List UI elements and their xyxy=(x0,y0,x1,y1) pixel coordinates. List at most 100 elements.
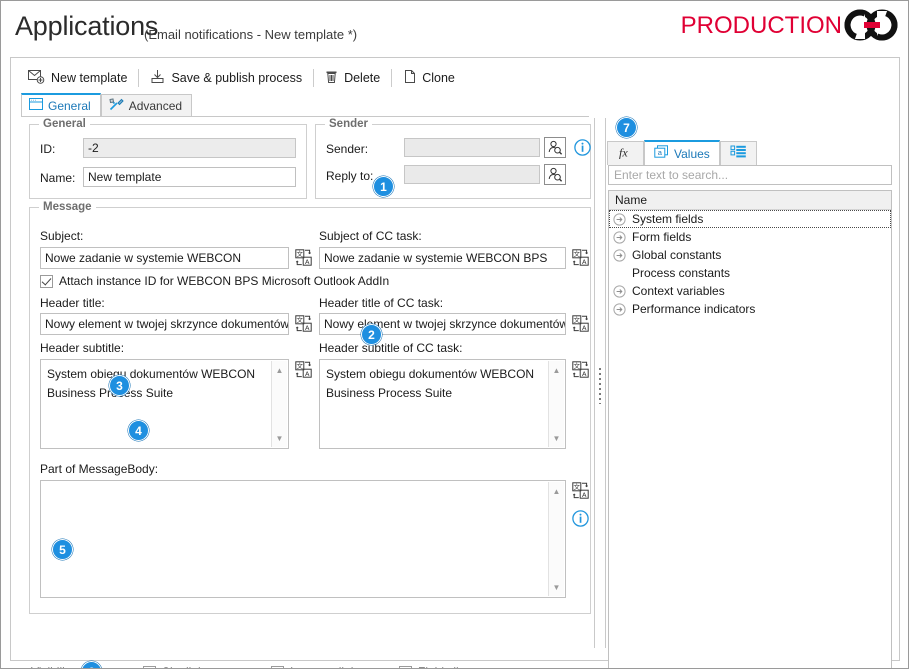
reply-to-person-search-button[interactable] xyxy=(544,164,566,185)
tab-values[interactable]: a Values xyxy=(644,140,720,165)
svg-text:文: 文 xyxy=(296,361,303,370)
tree-item-performance-indicators[interactable]: Performance indicators xyxy=(609,300,891,318)
svg-text:fx: fx xyxy=(619,146,628,160)
header-subtitle-textarea[interactable]: System obiegu dokumentów WEBCON Business… xyxy=(40,359,289,449)
tab-general[interactable]: General xyxy=(21,93,101,116)
right-values-pane: 7 fx a Values Enter text to search... Na… xyxy=(607,117,892,668)
tree-item-label: System fields xyxy=(632,212,704,226)
svg-text:A: A xyxy=(581,323,586,331)
visibility-site-link-checkbox[interactable]: Site link xyxy=(143,665,204,668)
message-body-scrollbar[interactable]: ▲ ▼ xyxy=(548,482,564,596)
pane-splitter[interactable] xyxy=(594,118,606,648)
checkbox-box xyxy=(399,665,412,668)
scroll-down-icon[interactable]: ▼ xyxy=(272,431,287,445)
svg-text:文: 文 xyxy=(573,249,580,258)
sender-groupbox: Sender Sender: Reply to: xyxy=(315,118,592,199)
visibility-option-label: Fields list xyxy=(418,665,468,668)
header-subtitle-scrollbar[interactable]: ▲ ▼ xyxy=(271,361,287,447)
clone-label: Clone xyxy=(422,71,455,85)
header-title-cc-field[interactable]: Nowy element w twojej skrzynce dokumentó… xyxy=(319,313,566,335)
checkbox-box xyxy=(40,274,53,288)
subject-field[interactable]: Nowe zadanie w systemie WEBCON xyxy=(40,247,289,269)
step-badge-5: 5 xyxy=(52,539,73,560)
tab-functions[interactable]: fx xyxy=(607,141,644,165)
sender-info-icon[interactable] xyxy=(572,137,592,157)
visibility-instance-link-checkbox[interactable]: Instance link xyxy=(271,665,357,668)
scroll-down-icon[interactable]: ▼ xyxy=(549,431,564,445)
scroll-down-icon[interactable]: ▼ xyxy=(549,580,564,594)
header-subtitle-cc-translate-button[interactable]: 文 A xyxy=(570,358,590,380)
id-field[interactable]: -2 xyxy=(83,138,296,158)
svg-text:文: 文 xyxy=(296,315,303,324)
name-label: Name: xyxy=(40,171,76,185)
tab-general-label: General xyxy=(48,98,91,113)
save-publish-icon xyxy=(150,69,165,87)
tree-item-process-constants[interactable]: Process constants xyxy=(609,264,891,282)
brand-text: PRODUCTION xyxy=(680,12,842,39)
header-title-translate-button[interactable]: 文 A xyxy=(293,312,313,334)
reply-to-field[interactable] xyxy=(404,165,540,184)
expand-arrow-icon[interactable] xyxy=(613,284,630,298)
translate-icon: 文 A xyxy=(571,315,589,331)
header-subtitle-cc-line-1: System obiegu dokumentów WEBCON xyxy=(326,367,535,381)
tree-item-context-variables[interactable]: Context variables xyxy=(609,282,891,300)
scroll-up-icon[interactable]: ▲ xyxy=(549,484,564,498)
name-field[interactable]: New template xyxy=(83,167,296,187)
translate-icon: 文 A xyxy=(294,249,312,265)
attach-instance-id-checkbox[interactable]: Attach instance ID for WEBCON BPS Micros… xyxy=(40,274,389,288)
expand-arrow-icon[interactable] xyxy=(613,248,630,262)
header-title-field[interactable]: Nowy element w twojej skrzynce dokumentó… xyxy=(40,313,289,335)
subject-label: Subject: xyxy=(40,229,84,243)
scroll-up-icon[interactable]: ▲ xyxy=(272,363,287,377)
header-subtitle-line-2: Business Process Suite xyxy=(47,386,174,400)
toolbar-separator xyxy=(391,69,393,87)
message-body-info-icon[interactable] xyxy=(570,508,590,528)
page-header: Applications (Email notifications - New … xyxy=(1,1,908,53)
visibility-fields-list-checkbox[interactable]: Fields list xyxy=(399,665,468,668)
delete-label: Delete xyxy=(344,71,381,85)
translate-icon: 文 A xyxy=(294,361,312,377)
sender-person-search-button[interactable] xyxy=(544,137,566,158)
svg-text:A: A xyxy=(304,257,309,265)
page-title: Applications xyxy=(15,11,159,41)
svg-text:文: 文 xyxy=(296,249,303,258)
delete-button[interactable]: Delete xyxy=(318,65,387,91)
tab-list-grid[interactable] xyxy=(719,141,757,165)
general-groupbox: General ID: -2 Name: New template xyxy=(29,118,307,199)
expand-arrow-icon[interactable] xyxy=(613,212,630,226)
tree-item-label: Process constants xyxy=(632,266,731,280)
search-input[interactable]: Enter text to search... xyxy=(608,165,892,185)
subject-translate-button[interactable]: 文 A xyxy=(293,246,313,268)
save-publish-label: Save & publish process xyxy=(171,71,303,85)
header-title-cc-label: Header title of CC task: xyxy=(319,296,444,310)
new-template-button[interactable]: New template xyxy=(21,65,134,91)
expand-arrow-icon[interactable] xyxy=(613,302,630,316)
svg-text:A: A xyxy=(581,490,586,498)
tree-item-global-constants[interactable]: Global constants xyxy=(609,246,891,264)
main-panel: New template Save & publish process Dele… xyxy=(10,57,900,668)
header-subtitle-translate-button[interactable]: 文 A xyxy=(293,358,313,380)
sender-field[interactable] xyxy=(404,138,540,157)
splitter-grip[interactable] xyxy=(599,368,601,404)
expand-arrow-icon[interactable] xyxy=(613,230,630,244)
message-body-label: Part of MessageBody: xyxy=(40,462,159,476)
header-title-cc-translate-button[interactable]: 文 A xyxy=(570,312,590,334)
subject-cc-label: Subject of CC task: xyxy=(319,229,422,243)
new-template-label: New template xyxy=(51,71,128,85)
scroll-up-icon[interactable]: ▲ xyxy=(549,363,564,377)
header-subtitle-cc-textarea[interactable]: System obiegu dokumentów WEBCON Business… xyxy=(319,359,566,449)
message-body-translate-button[interactable]: 文 A xyxy=(570,479,590,501)
tree-item-system-fields[interactable]: System fields xyxy=(609,210,891,228)
tab-advanced[interactable]: Advanced xyxy=(100,94,193,116)
message-body-textarea[interactable]: ▲ ▼ xyxy=(40,480,566,598)
clone-button[interactable]: Clone xyxy=(396,65,462,91)
visibility-option-label: Instance link xyxy=(290,665,357,668)
subject-cc-field[interactable]: Nowe zadanie w systemie WEBCON BPS xyxy=(319,247,566,269)
tree-item-form-fields[interactable]: Form fields xyxy=(609,228,891,246)
svg-text:A: A xyxy=(581,369,586,377)
left-content-pane: General ID: -2 Name: New template Sender… xyxy=(21,116,592,668)
save-publish-button[interactable]: Save & publish process xyxy=(143,65,309,91)
subject-cc-translate-button[interactable]: 文 A xyxy=(570,246,590,268)
header-subtitle-cc-scrollbar[interactable]: ▲ ▼ xyxy=(548,361,564,447)
tools-icon xyxy=(109,97,124,114)
